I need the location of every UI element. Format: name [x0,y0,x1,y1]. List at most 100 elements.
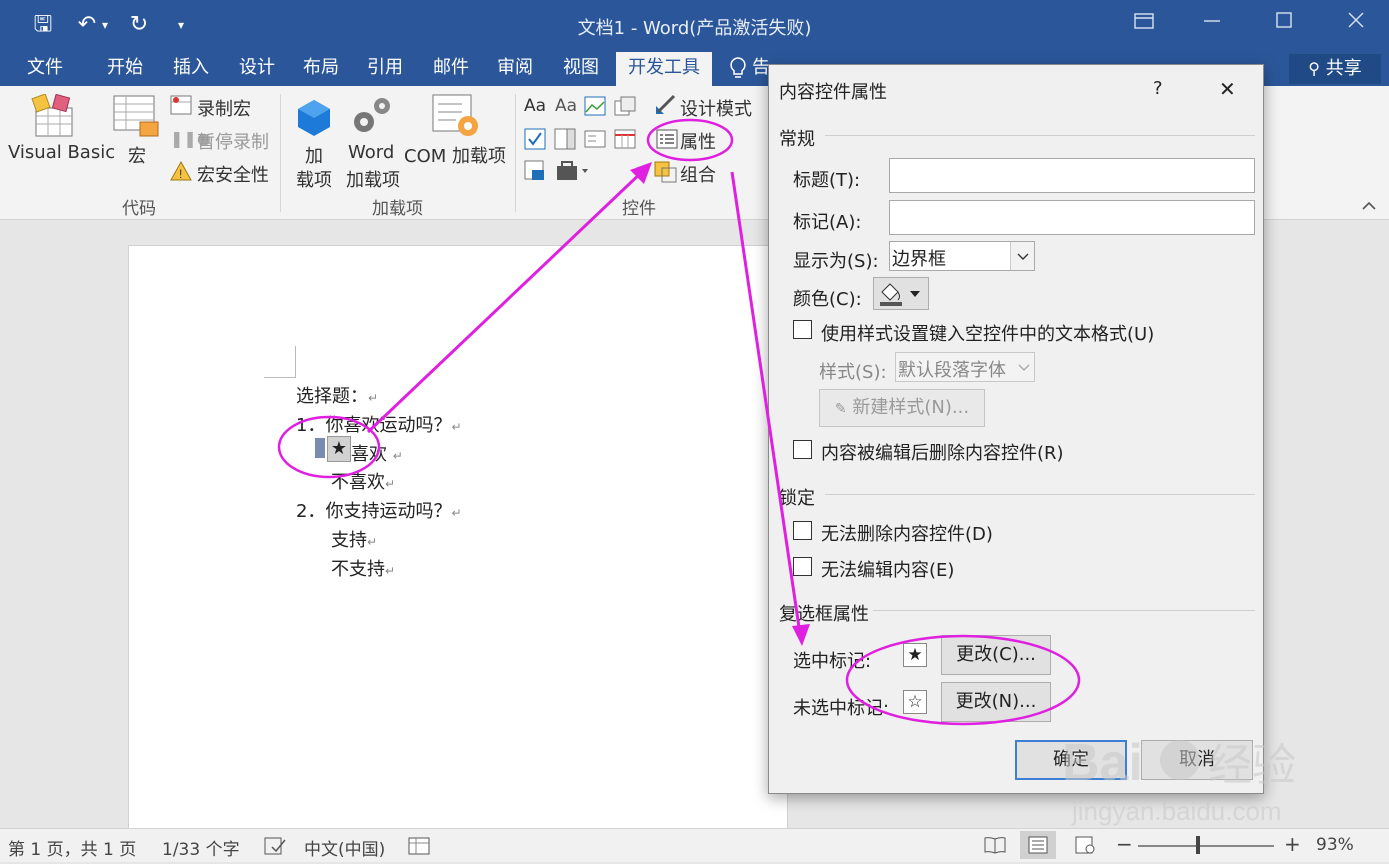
new-style-icon: ✎ [834,401,847,417]
title-input[interactable] [889,158,1255,193]
zoom-in-button[interactable]: + [1284,832,1301,856]
ribbon-separator [515,94,516,212]
macro-recording-icon[interactable] [408,837,430,860]
legacy-tools-icon[interactable] [556,160,590,187]
tag-input[interactable] [889,200,1255,235]
tab-layout[interactable]: 布局 [290,52,352,86]
group-controls-label: 控件 [622,199,656,219]
com-addins-icon[interactable] [432,94,482,145]
cannot-edit-checkbox[interactable] [793,557,812,576]
combo-box-control-icon[interactable] [554,128,576,155]
tab-design[interactable]: 设计 [226,52,288,86]
building-block-control-icon[interactable] [614,96,636,121]
macro-icon[interactable] [112,94,162,145]
checkbox-content-control[interactable]: ★ [327,436,351,462]
page-count[interactable]: 第 1 页，共 1 页 [8,835,136,860]
change-unchecked-button[interactable]: 更改(N)... [941,682,1051,722]
minimize-icon[interactable] [1192,8,1232,40]
doc-line-question-2[interactable]: 2．你支持运动吗？↵ [296,497,462,523]
tab-developer[interactable]: 开发工具 [616,52,712,86]
share-button[interactable]: ⚲ 共享 [1289,54,1381,84]
web-layout-icon[interactable] [1074,836,1096,859]
section-locking: 锁定 [779,488,815,509]
collapse-ribbon-icon[interactable] [1362,198,1376,214]
tab-mailings[interactable]: 邮件 [420,52,482,86]
word-addins-gear-icon[interactable] [350,94,394,143]
dialog-close-icon[interactable]: ✕ [1219,77,1236,101]
group-label[interactable]: 组合 [680,161,716,187]
addins-label-2[interactable]: 载项 [296,166,332,192]
macro-security-label[interactable]: 宏安全性 [197,161,269,187]
zoom-slider[interactable] [1138,845,1274,847]
new-style-button: ✎ 新建样式(N)... [819,389,985,427]
help-icon[interactable]: ? [1153,78,1163,99]
remove-after-edit-checkbox[interactable] [793,440,812,459]
tab-view[interactable]: 视图 [550,52,612,86]
change-checked-button[interactable]: 更改(C)... [941,635,1051,675]
tab-file[interactable]: 文件 [12,52,78,86]
show-as-select[interactable]: 边界框 [889,241,1035,271]
read-mode-icon[interactable] [984,836,1006,859]
title-bar: 🖫 ↶ ▾ ↻ ▾ 文档1 - Word(产品激活失败) [0,0,1389,52]
com-addins-label[interactable]: COM 加载项 [404,142,506,168]
chevron-down-icon [1014,353,1034,381]
picture-control-icon[interactable] [584,96,606,121]
group-addins-label: 加载项 [372,199,423,219]
design-mode-icon[interactable] [654,94,678,121]
zoom-out-button[interactable]: − [1116,832,1133,856]
record-macro-icon[interactable] [170,95,192,120]
properties-icon[interactable] [656,129,678,154]
document-page[interactable]: 选择题：↵ 1．你喜欢运动吗？↵ ★ 喜欢 ↵ 不喜欢↵ 2．你支持运动吗？↵ … [128,245,788,845]
color-picker-button[interactable] [873,277,929,310]
style-label: 样式(S): [819,362,887,383]
tab-references[interactable]: 引用 [354,52,416,86]
language[interactable]: 中文(中国) [304,835,385,860]
doc-line-question-1[interactable]: 1．你喜欢运动吗？↵ [296,411,462,437]
repeating-section-control-icon[interactable] [524,160,550,187]
zoom-level[interactable]: 93% [1316,835,1354,855]
doc-line-dislike[interactable]: 不喜欢↵ [331,468,395,494]
baidu-jingyan-watermark: Bai 经验 jingyan.baidu.com [1062,720,1322,835]
rich-text-control-icon[interactable]: Aa [524,96,546,116]
cannot-delete-checkbox[interactable] [793,521,812,540]
print-layout-icon[interactable] [1020,831,1056,859]
properties-label[interactable]: 属性 [680,128,716,154]
macro-label[interactable]: 宏 [128,142,146,168]
doc-line-heading[interactable]: 选择题：↵ [296,382,378,408]
doc-line-like[interactable]: 喜欢 ↵ [351,440,403,466]
checkbox-control-icon[interactable] [524,128,546,155]
group-code-label: 代码 [122,199,156,219]
group-icon[interactable] [654,161,678,188]
content-control-handle[interactable] [315,438,325,458]
word-addins-label[interactable]: Word [348,142,394,163]
record-macro-label[interactable]: 录制宏 [197,95,251,121]
remove-after-edit-label: 内容被编辑后删除内容控件(R) [821,443,1064,464]
maximize-icon[interactable] [1264,8,1304,40]
zoom-slider-thumb[interactable] [1196,836,1200,854]
doc-line-support[interactable]: 支持↵ [331,526,377,552]
ribbon-display-options-icon[interactable] [1124,8,1164,40]
doc-line-not-support[interactable]: 不支持↵ [331,555,395,581]
design-mode-label[interactable]: 设计模式 [680,95,752,121]
addins-icon[interactable] [296,98,332,143]
tab-review[interactable]: 审阅 [484,52,546,86]
visual-basic-icon[interactable] [30,93,78,143]
visual-basic-label[interactable]: Visual Basic [8,142,115,163]
unchecked-symbol-label: 未选中标记: [793,698,890,719]
show-as-label: 显示为(S): [793,251,879,272]
word-count[interactable]: 1/33 个字 [162,835,240,860]
pause-recording-label: 暂停录制 [197,132,269,153]
unchecked-symbol-preview: ☆ [903,690,927,714]
tag-label: 标记(A): [793,212,862,233]
tab-home[interactable]: 开始 [94,52,156,86]
proofing-icon[interactable] [264,837,286,860]
date-picker-control-icon[interactable] [614,128,636,155]
use-style-checkbox[interactable] [793,320,812,339]
addins-label[interactable]: 加 [305,142,323,168]
plain-text-control-icon[interactable]: Aa [555,96,577,116]
word-addins-label-2[interactable]: 加载项 [346,166,400,192]
dropdown-list-control-icon[interactable] [584,128,606,155]
chevron-down-icon[interactable] [1010,242,1034,270]
tab-insert[interactable]: 插入 [160,52,222,86]
window-close-icon[interactable] [1336,8,1376,40]
